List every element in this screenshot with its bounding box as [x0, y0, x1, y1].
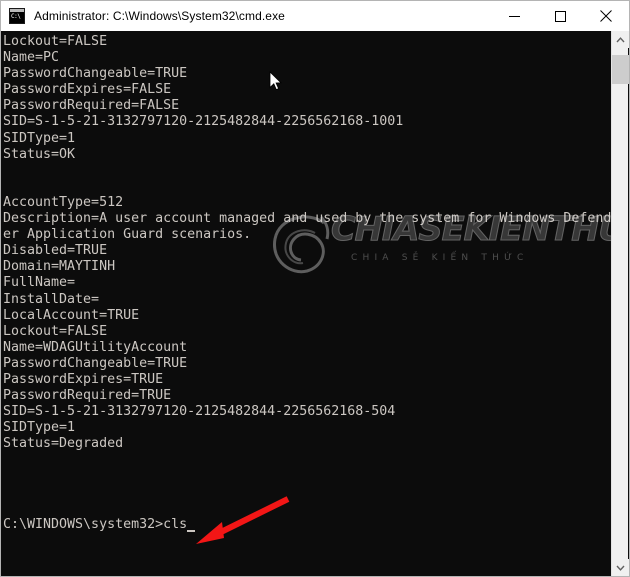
- close-button[interactable]: [583, 1, 629, 31]
- scrollbar-up-button[interactable]: [612, 31, 629, 48]
- minimize-icon: [509, 11, 520, 22]
- maximize-button[interactable]: [537, 1, 583, 31]
- console-output-lines: Lockout=FALSE Name=PC PasswordChangeable…: [3, 34, 611, 451]
- close-icon: [600, 10, 612, 22]
- scrollbar-thumb[interactable]: [612, 55, 629, 84]
- console-scrollbar[interactable]: [611, 31, 628, 576]
- scrollbar-down-button[interactable]: [612, 559, 629, 576]
- cmd-console-icon: C:\: [9, 8, 25, 24]
- console-prompt: C:\WINDOWS\system32>: [3, 517, 163, 532]
- title-bar[interactable]: C:\ Administrator: C:\Windows\System32\c…: [1, 1, 629, 31]
- icon-prompt-glyph: C:\: [10, 12, 24, 23]
- maximize-icon: [555, 11, 566, 22]
- console-caret: [187, 530, 195, 532]
- chevron-down-icon: [616, 565, 625, 571]
- window-title: Administrator: C:\Windows\System32\cmd.e…: [34, 9, 285, 23]
- minimize-button[interactable]: [491, 1, 537, 31]
- window-controls: [491, 1, 629, 31]
- chevron-up-icon: [616, 37, 625, 43]
- cmd-window: C:\ Administrator: C:\Windows\System32\c…: [0, 0, 630, 577]
- console-text-buffer: Lockout=FALSE Name=PC PasswordChangeable…: [3, 34, 611, 533]
- console-command-input[interactable]: cls: [163, 517, 187, 532]
- console-output-area[interactable]: Lockout=FALSE Name=PC PasswordChangeable…: [1, 31, 612, 576]
